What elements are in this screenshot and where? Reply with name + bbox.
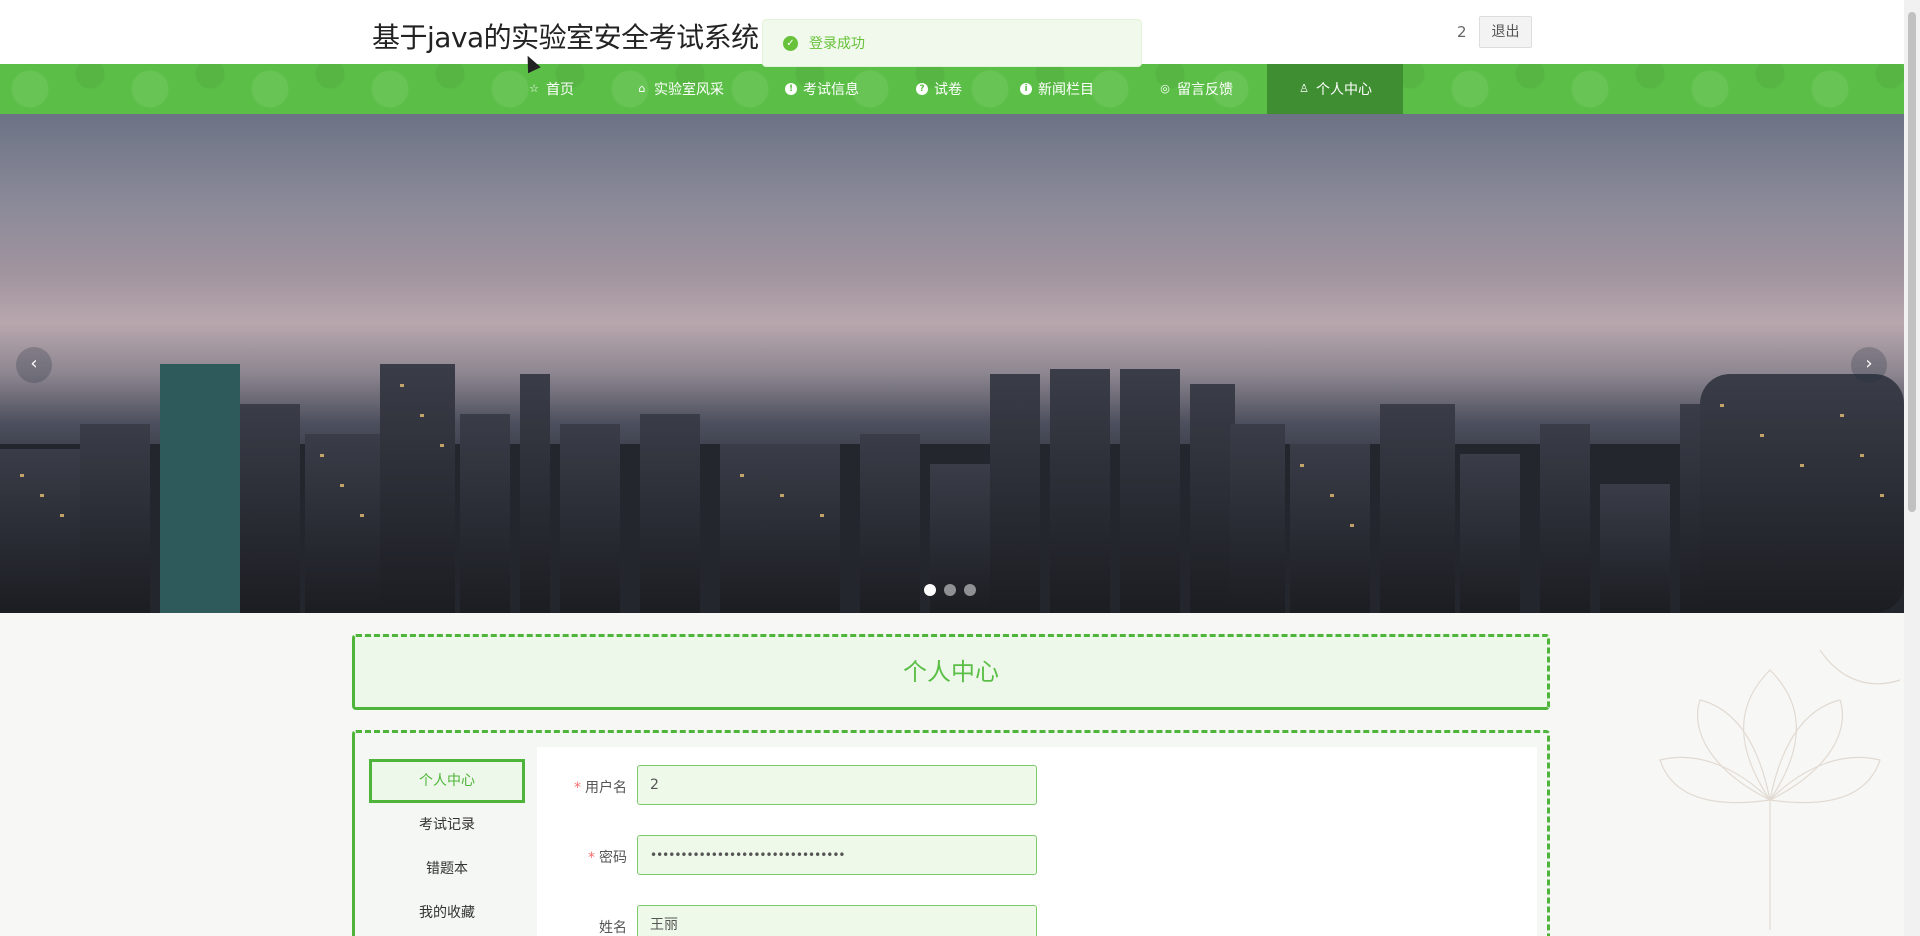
nav-label: 考试信息: [803, 82, 859, 98]
nav-item-news[interactable]: i 新闻栏目: [989, 64, 1125, 114]
carousel-dot[interactable]: [964, 584, 976, 596]
nav-label: 留言反馈: [1177, 82, 1233, 98]
nav-item-lab-gallery[interactable]: ⌂ 实验室风采: [605, 64, 755, 114]
nav-item-exam-info[interactable]: ! 考试信息: [755, 64, 889, 114]
name-input[interactable]: 王丽: [637, 905, 1037, 936]
nav-item-feedback[interactable]: ◎ 留言反馈: [1125, 64, 1267, 114]
nav-label: 首页: [546, 82, 574, 98]
profile-panel: 个人中心 考试记录 错题本 我的收藏 * 用户名 2 * 密码 ••••••••••…: [352, 730, 1550, 936]
side-menu-item-exam-records[interactable]: 考试记录: [369, 803, 525, 847]
city-skyline-image: [0, 364, 1904, 613]
password-row: * 密码 ••••••••••••••••••••••••••••••••: [537, 835, 1137, 877]
bag-icon: ⌂: [638, 82, 646, 95]
info-italic-icon: i: [1020, 83, 1032, 95]
scrollbar-thumb[interactable]: [1908, 12, 1916, 512]
password-input[interactable]: ••••••••••••••••••••••••••••••••: [637, 835, 1037, 875]
username-label: * 用户名: [574, 780, 627, 796]
carousel-dot[interactable]: [944, 584, 956, 596]
nav-item-home[interactable]: ☆ 首页: [497, 64, 605, 114]
name-label: 姓名: [599, 920, 627, 936]
user-icon: ♙: [1299, 82, 1309, 95]
info-icon: !: [785, 83, 797, 95]
username-input[interactable]: 2: [637, 765, 1037, 805]
toast-message: 登录成功: [809, 36, 865, 52]
profile-form: * 用户名 2 * 密码 •••••••••••••••••••••••••••••…: [537, 747, 1537, 936]
carousel-next-button[interactable]: ›: [1851, 347, 1887, 383]
success-toast: ✓ 登录成功: [762, 19, 1142, 67]
name-row: 姓名 王丽: [537, 905, 1137, 936]
side-menu-item-profile[interactable]: 个人中心: [369, 759, 525, 803]
site-title: 基于java的实验室安全考试系统: [372, 21, 759, 54]
main-nav: ☆ 首页 ⌂ 实验室风采 ! 考试信息 ? 试卷 i 新闻栏目 ◎ 留言反馈 ♙…: [0, 64, 1904, 114]
nav-label: 新闻栏目: [1038, 82, 1094, 98]
page-scrollbar[interactable]: [1904, 0, 1920, 936]
star-icon: ☆: [529, 82, 539, 95]
side-menu-item-favorites[interactable]: 我的收藏: [369, 891, 525, 935]
check-circle-icon: ✓: [783, 35, 798, 51]
username-display: 2: [1457, 23, 1467, 41]
nav-item-papers[interactable]: ? 试卷: [889, 64, 989, 114]
nav-label: 个人中心: [1316, 82, 1372, 98]
banner-carousel[interactable]: ‹ ›: [0, 114, 1904, 613]
nav-label: 试卷: [934, 82, 962, 98]
page-title-panel: 个人中心: [352, 634, 1550, 710]
carousel-prev-button[interactable]: ‹: [16, 347, 52, 383]
nav-label: 实验室风采: [654, 82, 724, 98]
carousel-dot[interactable]: [924, 584, 936, 596]
page-title: 个人中心: [903, 658, 999, 686]
side-menu-item-wrong-questions[interactable]: 错题本: [369, 847, 525, 891]
lotus-decoration: [1659, 649, 1901, 930]
side-menu: 个人中心 考试记录 错题本 我的收藏: [369, 759, 525, 935]
nav-item-profile[interactable]: ♙ 个人中心: [1267, 64, 1403, 114]
password-label: * 密码: [588, 850, 627, 866]
globe-icon: ◎: [1160, 82, 1170, 95]
logout-button[interactable]: 退出: [1479, 16, 1532, 48]
carousel-indicators: [924, 584, 976, 596]
username-row: * 用户名 2: [537, 765, 1137, 807]
help-icon: ?: [916, 83, 928, 95]
